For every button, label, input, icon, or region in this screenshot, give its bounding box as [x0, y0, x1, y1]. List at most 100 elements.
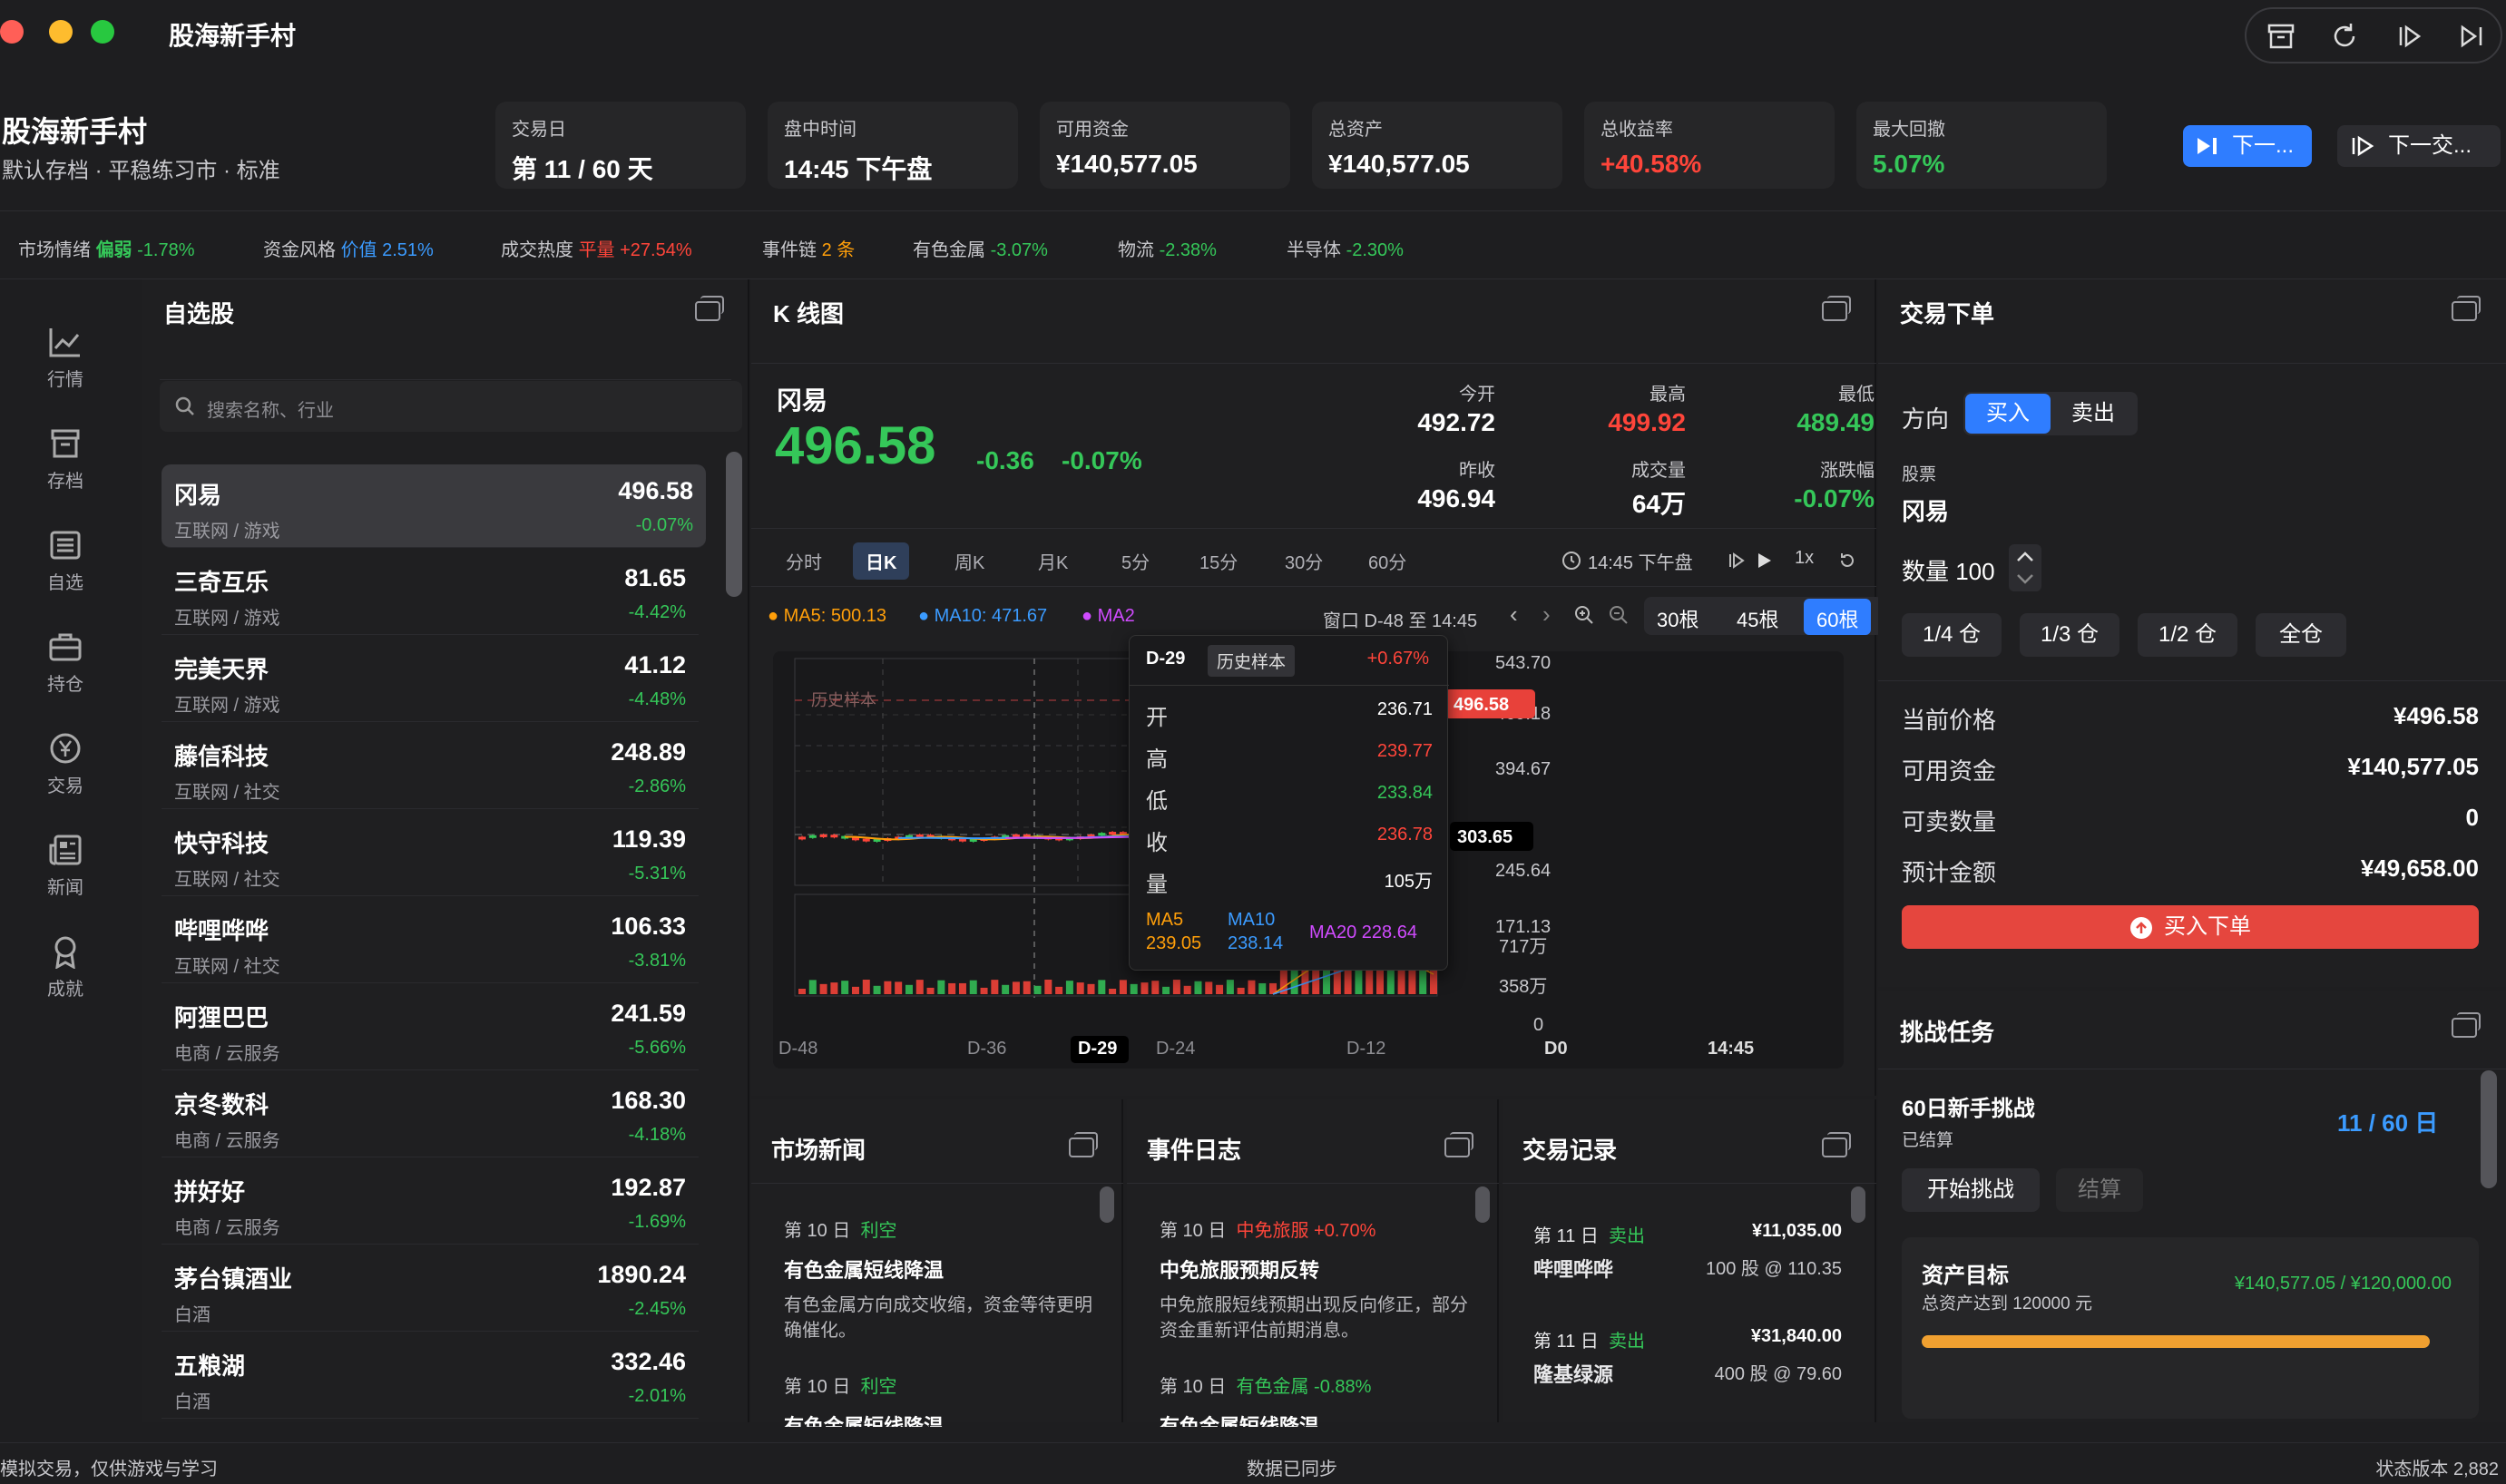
refresh-icon[interactable]	[2328, 20, 2361, 53]
archive-icon[interactable]	[2265, 20, 2297, 53]
sidebar-item-achievements[interactable]: 成就	[0, 934, 131, 1025]
zoom-out-icon[interactable]	[1608, 604, 1630, 626]
challenge-name: 60日新手挑战	[1902, 1097, 2035, 1121]
stock-name: 三奇互乐	[174, 569, 269, 596]
sidebar-item-trade[interactable]: 交易	[0, 731, 131, 822]
sidebar-item-market[interactable]: 行情	[0, 325, 131, 415]
sidebar-item-holdings[interactable]: 持仓	[0, 630, 131, 720]
tab-5min[interactable]: 5分	[1109, 542, 1162, 580]
position-third-button[interactable]: 1/3 仓	[2020, 613, 2119, 657]
tab-15min[interactable]: 15分	[1187, 542, 1250, 580]
expand-panel-icon[interactable]	[1444, 1132, 1473, 1157]
sidebar-item-watchlist[interactable]: 自选	[0, 528, 131, 619]
period-tabs: 分时 日K 周K 月K 5分 15分 30分 60分 14:45 下午盘 1x	[751, 528, 1876, 586]
stock-name: 京冬数科	[174, 1091, 269, 1118]
count-60[interactable]: 60根	[1804, 599, 1872, 635]
expand-panel-icon[interactable]	[695, 296, 724, 321]
position-half-button[interactable]: 1/2 仓	[2138, 613, 2237, 657]
candle	[798, 836, 806, 840]
watchlist-row[interactable]: 三奇互乐 互联网 / 游戏 81.65 -4.42%	[162, 552, 699, 635]
position-full-button[interactable]: 全仓	[2256, 613, 2346, 657]
chart-controls: ● MA5: 500.13 ● MA10: 471.67 ● MA2 窗口 D-…	[768, 597, 1884, 637]
count-45[interactable]: 45根	[1724, 599, 1791, 635]
next-window-icon[interactable]: ›	[1542, 600, 1551, 629]
x-tick: D-12	[1346, 1039, 1385, 1059]
expand-panel-icon[interactable]	[1069, 1132, 1098, 1157]
close-window-button[interactable]	[0, 20, 24, 44]
trades-scrollbar[interactable]	[1851, 1186, 1865, 1223]
volume-bar	[926, 987, 935, 994]
tab-timeshare[interactable]: 分时	[773, 542, 835, 580]
start-challenge-button[interactable]: 开始挑战	[1902, 1168, 2040, 1212]
volume-bar	[1162, 986, 1170, 994]
chevron-down-icon[interactable]	[2014, 570, 2036, 588]
news-scrollbar[interactable]	[1100, 1186, 1114, 1223]
watchlist-row[interactable]: 快守科技 互联网 / 社交 119.39 -5.31%	[162, 813, 699, 896]
skip-end-icon[interactable]	[2457, 20, 2490, 53]
buy-toggle[interactable]: 买入	[1965, 394, 2051, 434]
event-item[interactable]: 第 10 日 有色金属 -0.88% 有色金属短线降温	[1160, 1372, 1468, 1427]
watchlist-row[interactable]: 哔哩哗哗 互联网 / 社交 106.33 -3.81%	[162, 900, 699, 983]
volume-bar	[1140, 982, 1149, 994]
settle-button[interactable]: 结算	[2056, 1168, 2143, 1212]
ticker-item: 半导体 -2.30%	[1287, 240, 1404, 260]
watchlist-row[interactable]: 茅台镇酒业 白酒 1890.24 -2.45%	[162, 1248, 699, 1332]
submit-buy-button[interactable]: 买入下单	[1902, 905, 2479, 949]
tab-monthly[interactable]: 月K	[1025, 542, 1081, 580]
tab-30min[interactable]: 30分	[1272, 542, 1336, 580]
quantity-stepper[interactable]	[2009, 544, 2041, 591]
sidebar-item-saves[interactable]: 存档	[0, 426, 131, 517]
reset-icon[interactable]	[1836, 550, 1858, 571]
expand-panel-icon[interactable]	[1822, 1132, 1851, 1157]
trade-record[interactable]: 第 11 日 卖出 ¥31,840.00 隆基绿源 400 股 @ 79.60	[1533, 1326, 1842, 1408]
sidebar-item-news[interactable]: 新闻	[0, 833, 131, 923]
zoom-in-icon[interactable]	[1573, 604, 1595, 626]
step-forward-icon[interactable]	[2393, 20, 2426, 53]
watchlist-row[interactable]: 拼好好 电商 / 云服务 192.87 -1.69%	[162, 1161, 699, 1245]
watchlist-row[interactable]: 完美天界 互联网 / 游戏 41.12 -4.48%	[162, 639, 699, 722]
tab-daily[interactable]: 日K	[853, 542, 910, 580]
count-30[interactable]: 30根	[1644, 599, 1711, 635]
goal-progress-track	[1922, 1335, 2430, 1348]
tab-weekly[interactable]: 周K	[942, 542, 997, 580]
ticker-item: 资金风格 价值 2.51%	[263, 240, 434, 260]
volume-bar	[1098, 980, 1106, 994]
direction-toggle: 买入 卖出	[1963, 392, 2138, 435]
expand-panel-icon[interactable]	[2452, 296, 2481, 321]
step-forward-icon[interactable]	[1726, 550, 1747, 571]
expand-panel-icon[interactable]	[2452, 1012, 2481, 1038]
search-input[interactable]: 搜索名称、行业	[160, 381, 742, 432]
tab-60min[interactable]: 60分	[1356, 542, 1419, 580]
chevron-up-icon[interactable]	[2014, 548, 2036, 566]
news-item[interactable]: 第 10 日 利空 有色金属短线降温 有色金属方向成交收缩，资金等待更明确催化。	[784, 1216, 1092, 1343]
volume-bar	[1044, 980, 1052, 994]
prev-window-icon[interactable]: ‹	[1510, 600, 1518, 629]
quantity-field[interactable]: 数量 100	[1902, 553, 1995, 587]
volume-bar	[1002, 984, 1010, 994]
watchlist-row[interactable]: 五粮湖 白酒 332.46 -2.01%	[162, 1335, 699, 1419]
play-icon[interactable]	[1753, 550, 1775, 571]
watchlist-scrollbar[interactable]	[726, 452, 742, 597]
event-item[interactable]: 第 10 日 中免旅服 +0.70% 中免旅服预期反转 中免旅服短线预期出现反向…	[1160, 1216, 1468, 1343]
zoom-window-button[interactable]	[91, 20, 114, 44]
news-item[interactable]: 第 10 日 利空 有色金属短线降温	[784, 1372, 1092, 1427]
watchlist-row[interactable]: 京冬数科 电商 / 云服务 168.30 -4.18%	[162, 1074, 699, 1157]
order-panel: 交易下单 方向 买入 卖出 股票 冈易 数量 100 1/4 仓 1/3 仓 1…	[1878, 279, 2506, 987]
disclaimer-text: 模拟交易，仅供游戏与学习	[0, 1460, 218, 1479]
minimize-window-button[interactable]	[49, 20, 73, 44]
watchlist-row[interactable]: 藤信科技 互联网 / 社交 248.89 -2.86%	[162, 726, 699, 809]
expand-panel-icon[interactable]	[1822, 296, 1851, 321]
sell-toggle[interactable]: 卖出	[2051, 394, 2136, 434]
watchlist-row[interactable]: 阿狸巴巴 电商 / 云服务 241.59 -5.66%	[162, 987, 699, 1070]
next-step-button[interactable]: 下一...	[2183, 125, 2312, 167]
next-trading-day-button[interactable]: 下一交...	[2337, 125, 2501, 167]
speed-label[interactable]: 1x	[1795, 548, 1814, 569]
volume-bar	[819, 983, 827, 994]
trade-record[interactable]: 第 11 日 卖出 ¥11,035.00 哔哩哗哗 100 股 @ 110.35	[1533, 1221, 1842, 1303]
position-quarter-button[interactable]: 1/4 仓	[1902, 613, 2002, 657]
challenge-scrollbar[interactable]	[2481, 1070, 2497, 1188]
volume-bar	[1012, 981, 1020, 994]
watchlist-row[interactable]: 冈易 互联网 / 游戏 496.58 -0.07%	[162, 464, 706, 548]
events-scrollbar[interactable]	[1475, 1186, 1490, 1223]
volume-bar	[1172, 980, 1180, 994]
